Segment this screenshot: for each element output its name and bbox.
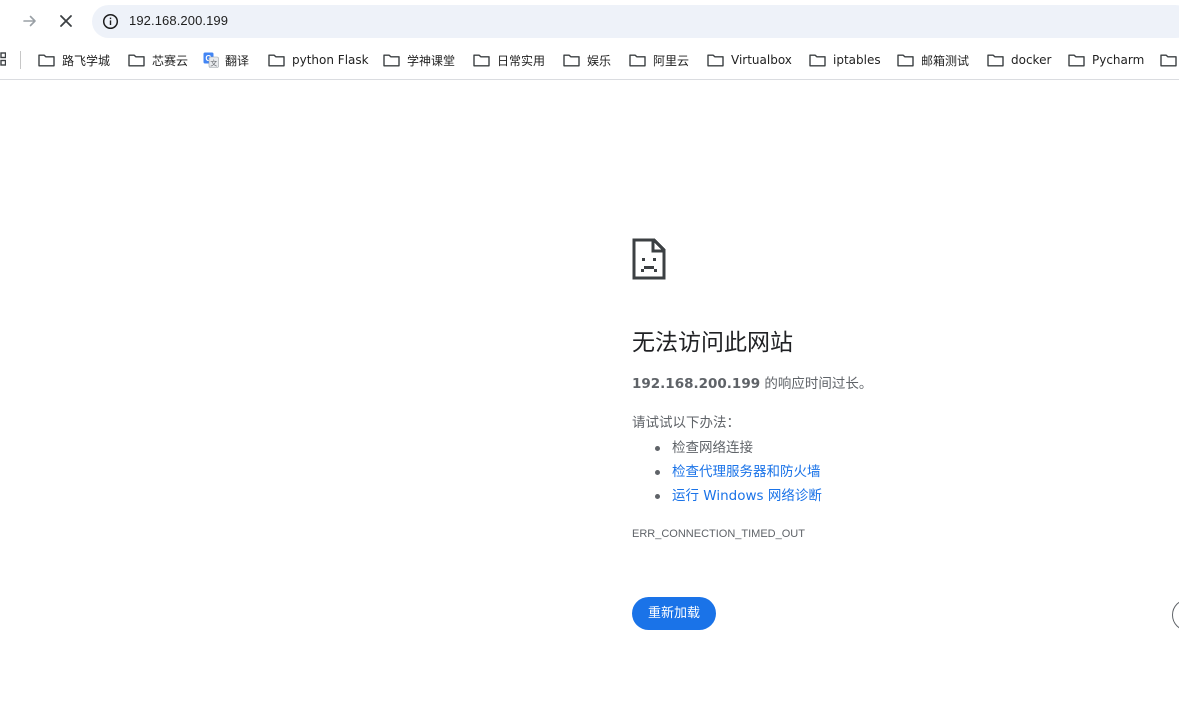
bookmark-label: docker xyxy=(1011,53,1052,67)
bullet xyxy=(655,470,660,475)
bookmark-label: 日常实用 xyxy=(497,53,546,68)
arrow-right-icon xyxy=(23,15,36,27)
bookmark-folder[interactable] xyxy=(1160,50,1179,70)
bookmark-label: Pycharm xyxy=(1092,53,1145,67)
bookmark-folder[interactable]: 路飞学城 xyxy=(38,50,110,70)
bookmark-folder[interactable]: 邮箱测试 xyxy=(897,50,969,70)
bookmark-folder[interactable]: python Flask xyxy=(268,50,369,70)
bookmarks-bar: 路飞学城 芯赛云 G 文 翻译 python Flask 学神课堂 日常实用 娱… xyxy=(0,42,1179,80)
folder-icon xyxy=(629,54,646,67)
folder-icon xyxy=(38,54,55,67)
bookmark-folder[interactable]: Pycharm xyxy=(1068,50,1144,70)
svg-text:文: 文 xyxy=(210,59,217,68)
bookmark-folder[interactable]: Virtualbox xyxy=(707,50,792,70)
bookmark-label: 邮箱测试 xyxy=(921,53,970,68)
apps-grid-icon[interactable] xyxy=(0,52,6,66)
folder-icon xyxy=(809,54,826,67)
stop-loading-button[interactable] xyxy=(52,7,80,35)
bookmark-label: Virtualbox xyxy=(731,53,792,67)
folder-icon xyxy=(1160,54,1177,67)
bullet xyxy=(655,494,660,499)
suggestion-check-network: 检查网络连接 xyxy=(632,436,822,460)
bookmark-label: 翻译 xyxy=(225,53,250,68)
bookmark-folder[interactable]: 阿里云 xyxy=(629,50,689,70)
bookmark-label: 芯赛云 xyxy=(152,53,189,68)
info-icon[interactable] xyxy=(102,13,119,30)
error-heading: 无法访问此网站 xyxy=(632,330,793,356)
host-name: 192.168.200.199 xyxy=(632,376,761,392)
bookmark-label: 路飞学城 xyxy=(62,53,111,68)
suggestion-text: 检查网络连接 xyxy=(672,440,753,456)
folder-icon xyxy=(897,54,914,67)
url-text[interactable]: 192.168.200.199 xyxy=(129,12,228,30)
folder-icon xyxy=(1068,54,1085,67)
bullet xyxy=(655,446,660,451)
suggestions-list: 检查网络连接 检查代理服务器和防火墙 运行 Windows 网络诊断 xyxy=(632,436,822,508)
folder-icon xyxy=(707,54,724,67)
bookmark-link[interactable]: G 文 翻译 xyxy=(203,50,249,70)
bookmark-folder[interactable]: 娱乐 xyxy=(563,50,611,70)
close-icon xyxy=(60,15,72,27)
bookmark-folder[interactable]: iptables xyxy=(809,50,881,70)
google-translate-icon: G 文 xyxy=(203,52,219,68)
error-message: 192.168.200.199 的响应时间过长。 xyxy=(632,374,872,394)
suggestion-text[interactable]: 检查代理服务器和防火墙 xyxy=(672,464,821,480)
folder-icon xyxy=(987,54,1004,67)
bookmark-label: 学神课堂 xyxy=(407,53,456,68)
bookmark-label: iptables xyxy=(833,53,881,67)
suggestion-check-proxy-link[interactable]: 检查代理服务器和防火墙 xyxy=(632,460,822,484)
bookmark-folder[interactable]: 芯赛云 xyxy=(128,50,188,70)
bookmark-folder[interactable]: 日常实用 xyxy=(473,50,545,70)
bookmarks-separator xyxy=(20,51,21,69)
suggestion-run-diagnostics-link[interactable]: 运行 Windows 网络诊断 xyxy=(632,484,822,508)
bookmark-folder[interactable]: 学神课堂 xyxy=(383,50,455,70)
bookmark-folder[interactable]: docker xyxy=(987,50,1051,70)
side-panel-button[interactable] xyxy=(1172,599,1179,631)
folder-icon xyxy=(383,54,400,67)
forward-button[interactable] xyxy=(16,7,44,35)
folder-icon xyxy=(128,54,145,67)
bookmark-label: python Flask xyxy=(292,53,369,67)
folder-icon xyxy=(473,54,490,67)
browser-toolbar: 192.168.200.199 xyxy=(0,0,1179,42)
bookmark-label: 阿里云 xyxy=(653,53,690,68)
folder-icon xyxy=(563,54,580,67)
bookmark-label: 娱乐 xyxy=(587,53,612,68)
error-message-suffix: 的响应时间过长。 xyxy=(760,376,873,392)
address-bar[interactable]: 192.168.200.199 xyxy=(92,5,1179,38)
folder-icon xyxy=(268,54,285,67)
reload-button[interactable]: 重新加载 xyxy=(632,597,716,630)
sad-page-icon xyxy=(632,238,666,280)
suggestions-label: 请试试以下办法： xyxy=(632,415,740,431)
suggestion-text[interactable]: 运行 Windows 网络诊断 xyxy=(672,488,822,504)
error-code: ERR_CONNECTION_TIMED_OUT xyxy=(632,528,805,540)
